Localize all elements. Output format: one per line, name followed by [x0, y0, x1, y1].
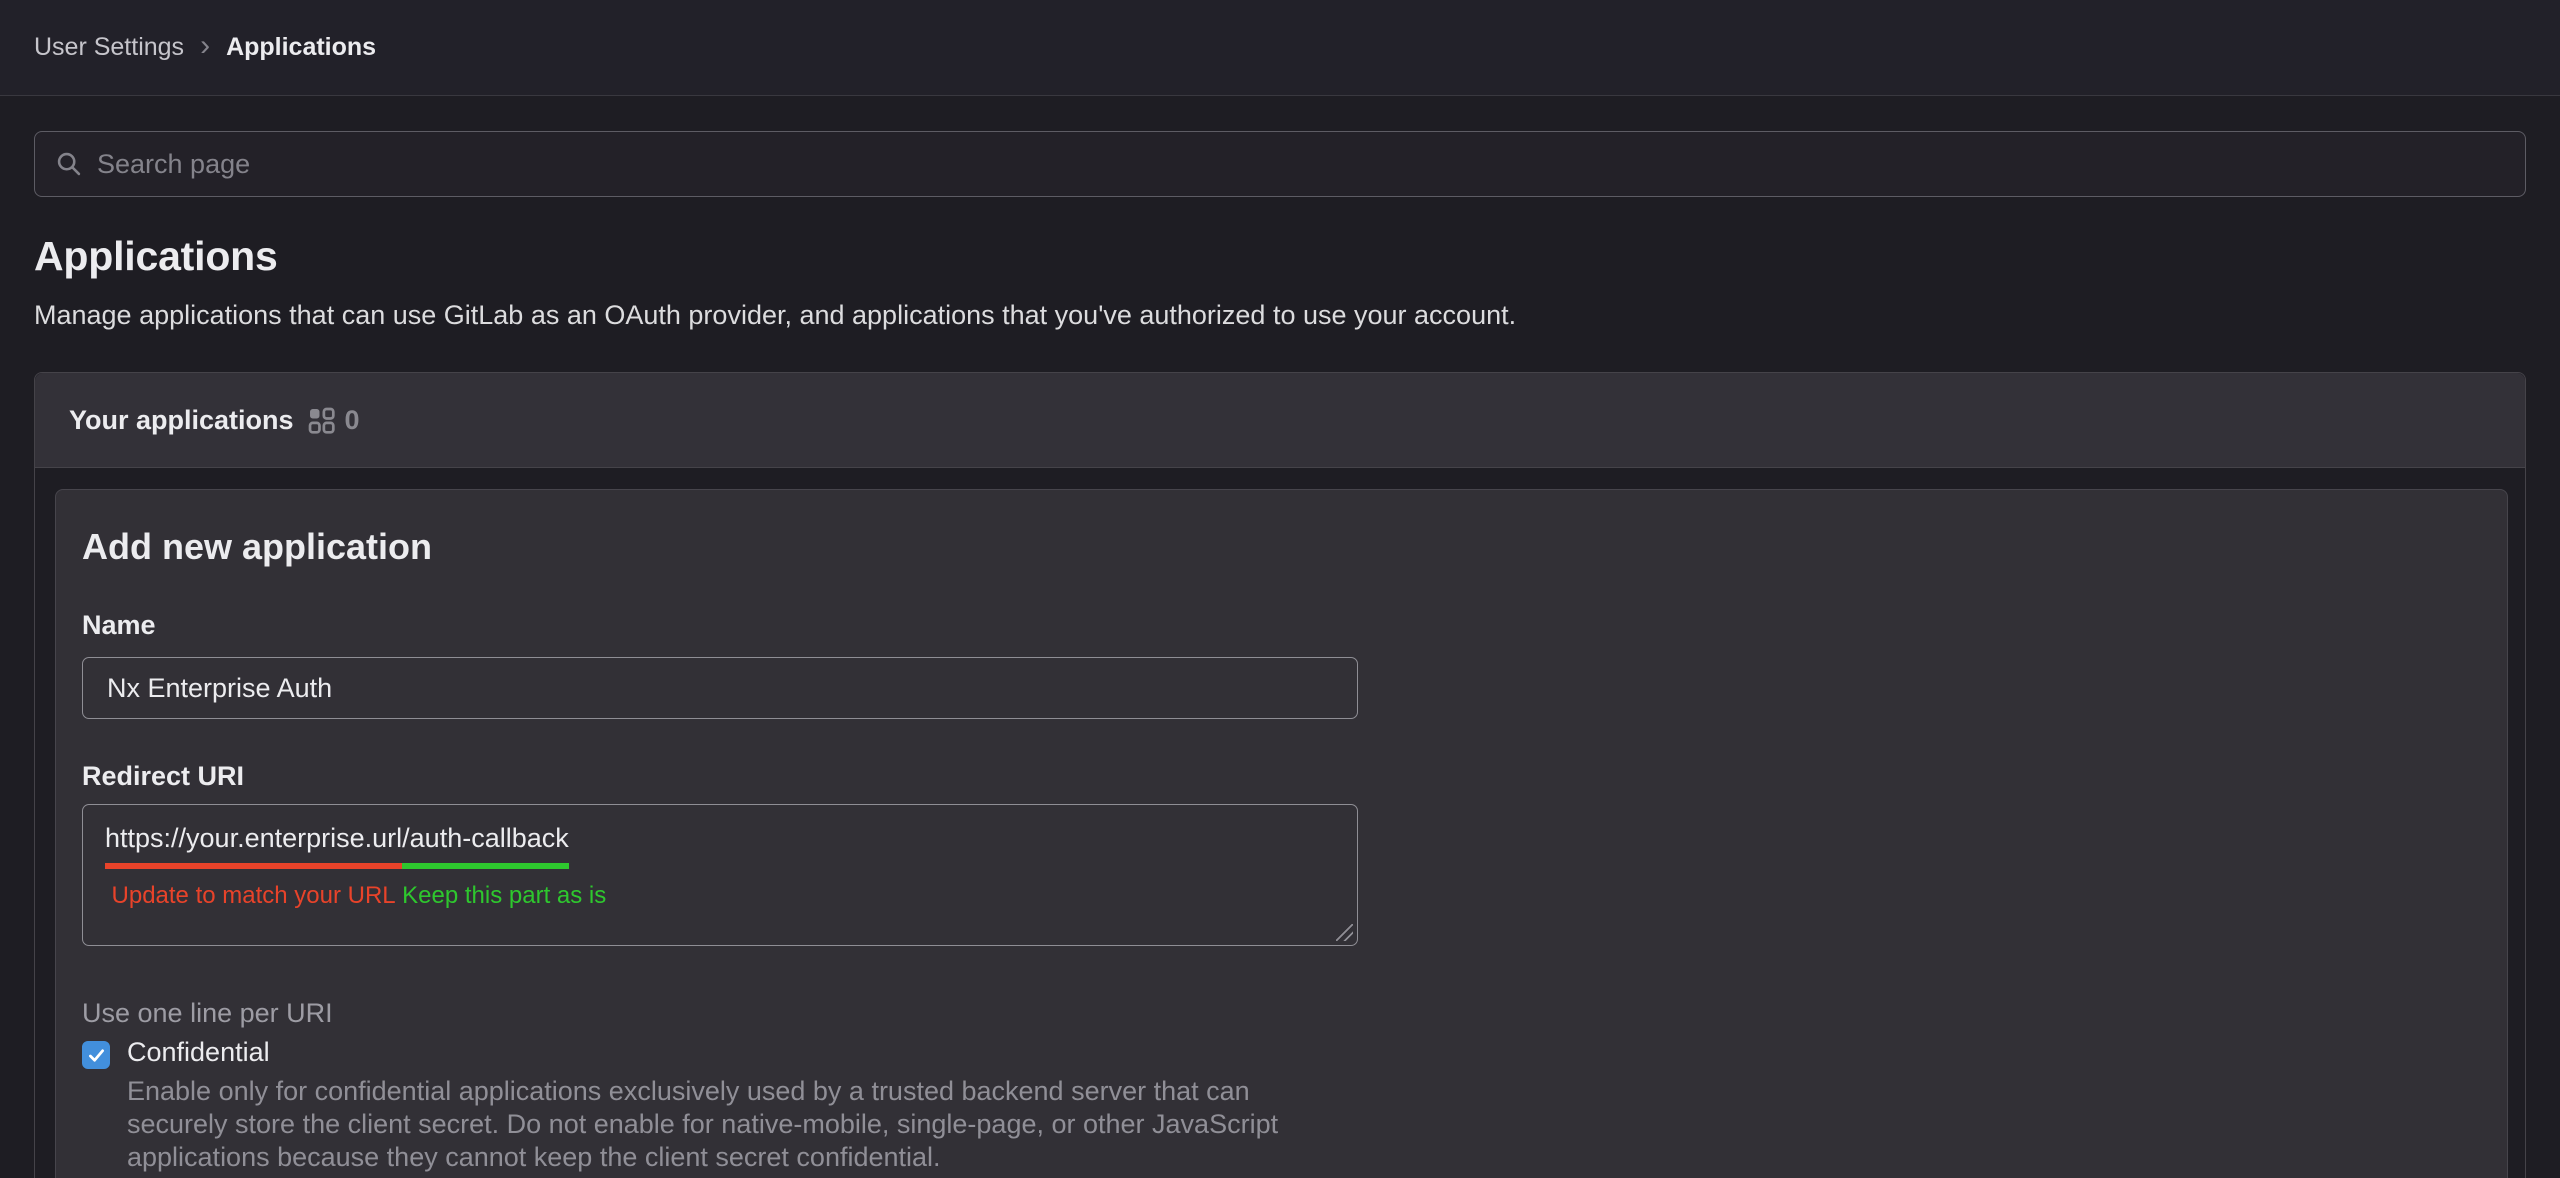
textarea-resize-handle-icon[interactable] — [1336, 924, 1353, 941]
redirect-uri-hint: Use one line per URI — [82, 998, 2481, 1029]
confidential-help-text: Enable only for confidential application… — [127, 1075, 1337, 1174]
annotation-red-wrapper: https://your.enterprise.url Update to ma… — [105, 881, 402, 912]
page-description: Manage applications that can use GitLab … — [34, 299, 2526, 332]
confidential-label[interactable]: Confidential — [127, 1037, 1337, 1068]
redirect-uri-host-part: https://your.enterprise.url — [105, 821, 402, 869]
confidential-checkbox[interactable] — [82, 1041, 110, 1069]
annotation-update-url: Update to match your URL — [112, 881, 396, 910]
name-label: Name — [82, 610, 2481, 641]
breadcrumb-user-settings[interactable]: User Settings — [34, 33, 184, 62]
confidential-row: Confidential Enable only for confidentia… — [82, 1037, 2481, 1174]
top-bar: User Settings › Applications — [0, 0, 2560, 96]
card-heading: Add new application — [82, 526, 2481, 568]
redirect-uri-value: https://your.enterprise.url/auth-callbac… — [105, 821, 1357, 869]
applications-count: 0 — [345, 405, 360, 436]
breadcrumb: User Settings › Applications — [34, 33, 376, 62]
your-applications-panel: Your applications 0 Add new application … — [34, 372, 2526, 1178]
redirect-uri-path-part: /auth-callback — [402, 821, 569, 869]
apps-grid-icon — [308, 407, 335, 434]
breadcrumb-current-applications: Applications — [226, 33, 376, 62]
redirect-uri-label: Redirect URI — [82, 761, 2481, 792]
annotation-green-wrapper: /auth-callback Keep this part as is — [402, 881, 569, 912]
main-content: Applications Manage applications that ca… — [0, 131, 2560, 1178]
confidential-text-block: Confidential Enable only for confidentia… — [127, 1037, 1337, 1174]
add-application-card: Add new application Name Redirect URI ht… — [55, 489, 2508, 1178]
search-bar[interactable] — [34, 131, 2526, 197]
panel-body: Add new application Name Redirect URI ht… — [35, 468, 2525, 1178]
redirect-uri-textarea[interactable]: https://your.enterprise.url/auth-callbac… — [82, 804, 1358, 946]
redirect-uri-annotations: https://your.enterprise.url Update to ma… — [105, 881, 1357, 912]
applications-count-badge: 0 — [308, 405, 360, 436]
panel-header: Your applications 0 — [35, 373, 2525, 468]
page-title: Applications — [34, 233, 2526, 280]
search-icon — [55, 150, 83, 178]
search-input[interactable] — [97, 149, 2505, 180]
chevron-right-icon: › — [200, 31, 210, 61]
annotation-keep-part: Keep this part as is — [402, 881, 606, 910]
panel-title: Your applications — [69, 405, 294, 436]
application-name-input[interactable] — [82, 657, 1358, 719]
checkmark-icon — [87, 1046, 106, 1065]
